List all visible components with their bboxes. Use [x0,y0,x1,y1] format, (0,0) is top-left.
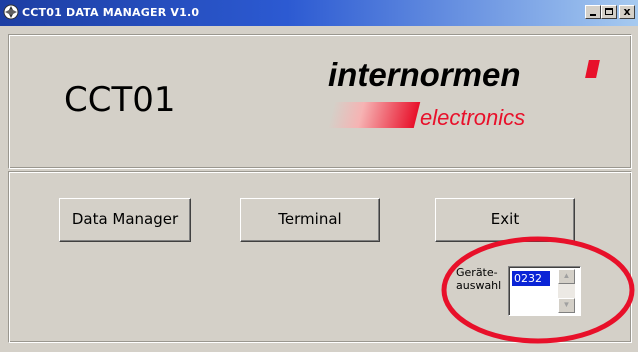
listbox-scrollbar[interactable]: ▲ ▼ [558,269,575,313]
device-select-label: Geräte- auswahl [456,266,508,292]
device-listbox[interactable]: 0232 ▲ ▼ [508,266,581,316]
window-title: CCT01 DATA MANAGER V1.0 [22,6,200,19]
minimize-icon [590,14,596,16]
list-item[interactable]: 0232 [512,271,550,286]
device-title: CCT01 [64,80,176,120]
company-logo: internormen electronics [327,56,600,134]
close-icon: x [623,5,631,18]
scroll-up-button[interactable]: ▲ [558,269,575,284]
app-icon[interactable] [3,4,19,20]
maximize-icon [605,8,613,15]
controls-panel [8,171,632,343]
logo-red-mark [585,60,600,78]
logo-swoosh [327,102,421,128]
title-bar[interactable]: CCT01 DATA MANAGER V1.0 x [0,0,638,26]
scroll-up-icon: ▲ [562,271,571,280]
scroll-down-button[interactable]: ▼ [558,298,575,313]
exit-button[interactable]: Exit [435,198,575,242]
data-manager-button[interactable]: Data Manager [59,198,191,242]
app-window: CCT01 DATA MANAGER V1.0 x CCT01 internor… [0,0,638,352]
close-button[interactable]: x [619,5,635,19]
logo-subtitle: electronics [420,105,526,130]
terminal-button[interactable]: Terminal [240,198,380,242]
device-select-label-line1: Geräte- [456,266,498,279]
logo-wordmark: internormen [328,56,521,93]
maximize-button[interactable] [601,5,617,19]
device-select-label-line2: auswahl [456,279,502,292]
scroll-down-icon: ▼ [562,300,571,309]
minimize-button[interactable] [585,5,601,19]
